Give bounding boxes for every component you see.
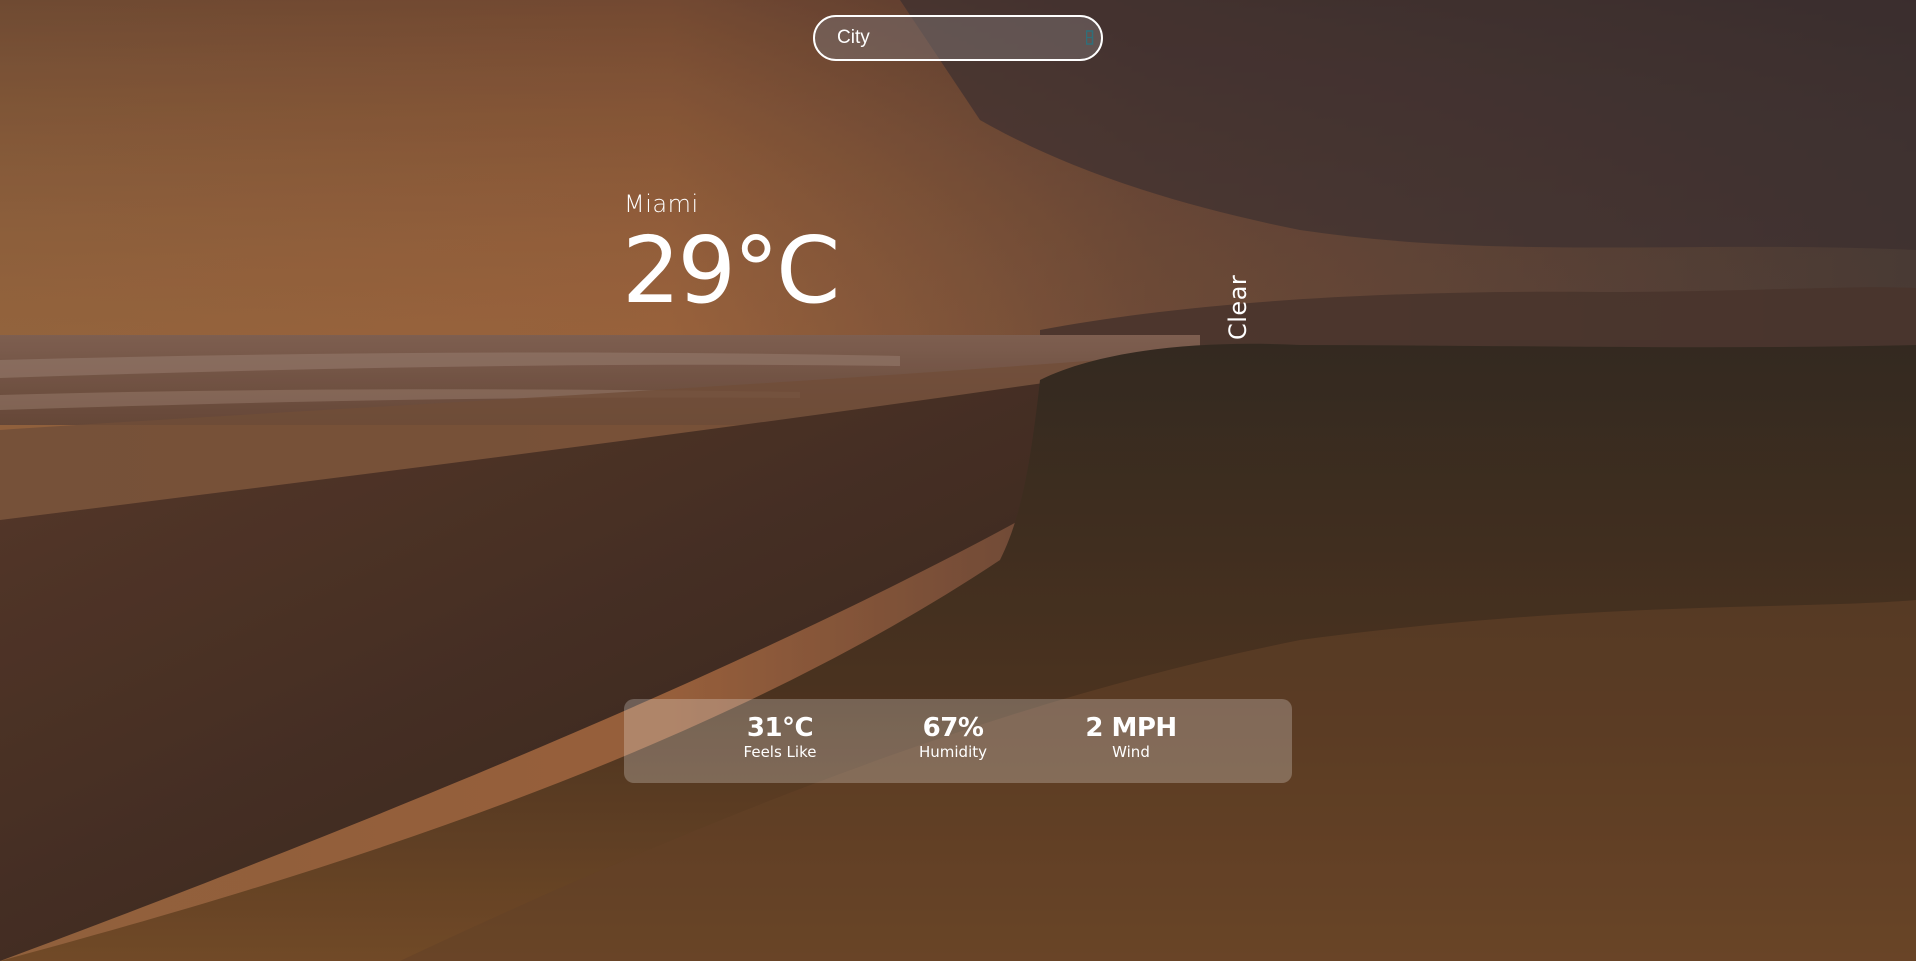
wind-label: Wind [1112,743,1150,762]
search-bar[interactable] [813,15,1103,61]
wind-value: 2 MPH [1085,713,1177,743]
search-icon[interactable] [1085,28,1095,48]
weather-app: Miami 29°C Clear 31°C Feels Like 67% Hum… [0,0,1916,961]
stat-wind: 2 MPH Wind [1085,713,1177,762]
stat-feels-like: 31°C Feels Like [743,713,817,762]
weather-stats-card: 31°C Feels Like 67% Humidity 2 MPH Wind [624,699,1292,783]
stat-humidity: 67% Humidity [918,713,988,762]
humidity-value: 67% [922,713,984,743]
humidity-label: Humidity [918,743,988,762]
weather-condition: Clear [1224,274,1252,340]
feels-like-value: 31°C [746,713,814,743]
current-temperature: 29°C [622,217,840,324]
feels-like-label: Feels Like [743,743,817,762]
search-input[interactable] [815,17,1085,59]
city-name: Miami [624,190,699,218]
background-overlay [0,0,1916,961]
